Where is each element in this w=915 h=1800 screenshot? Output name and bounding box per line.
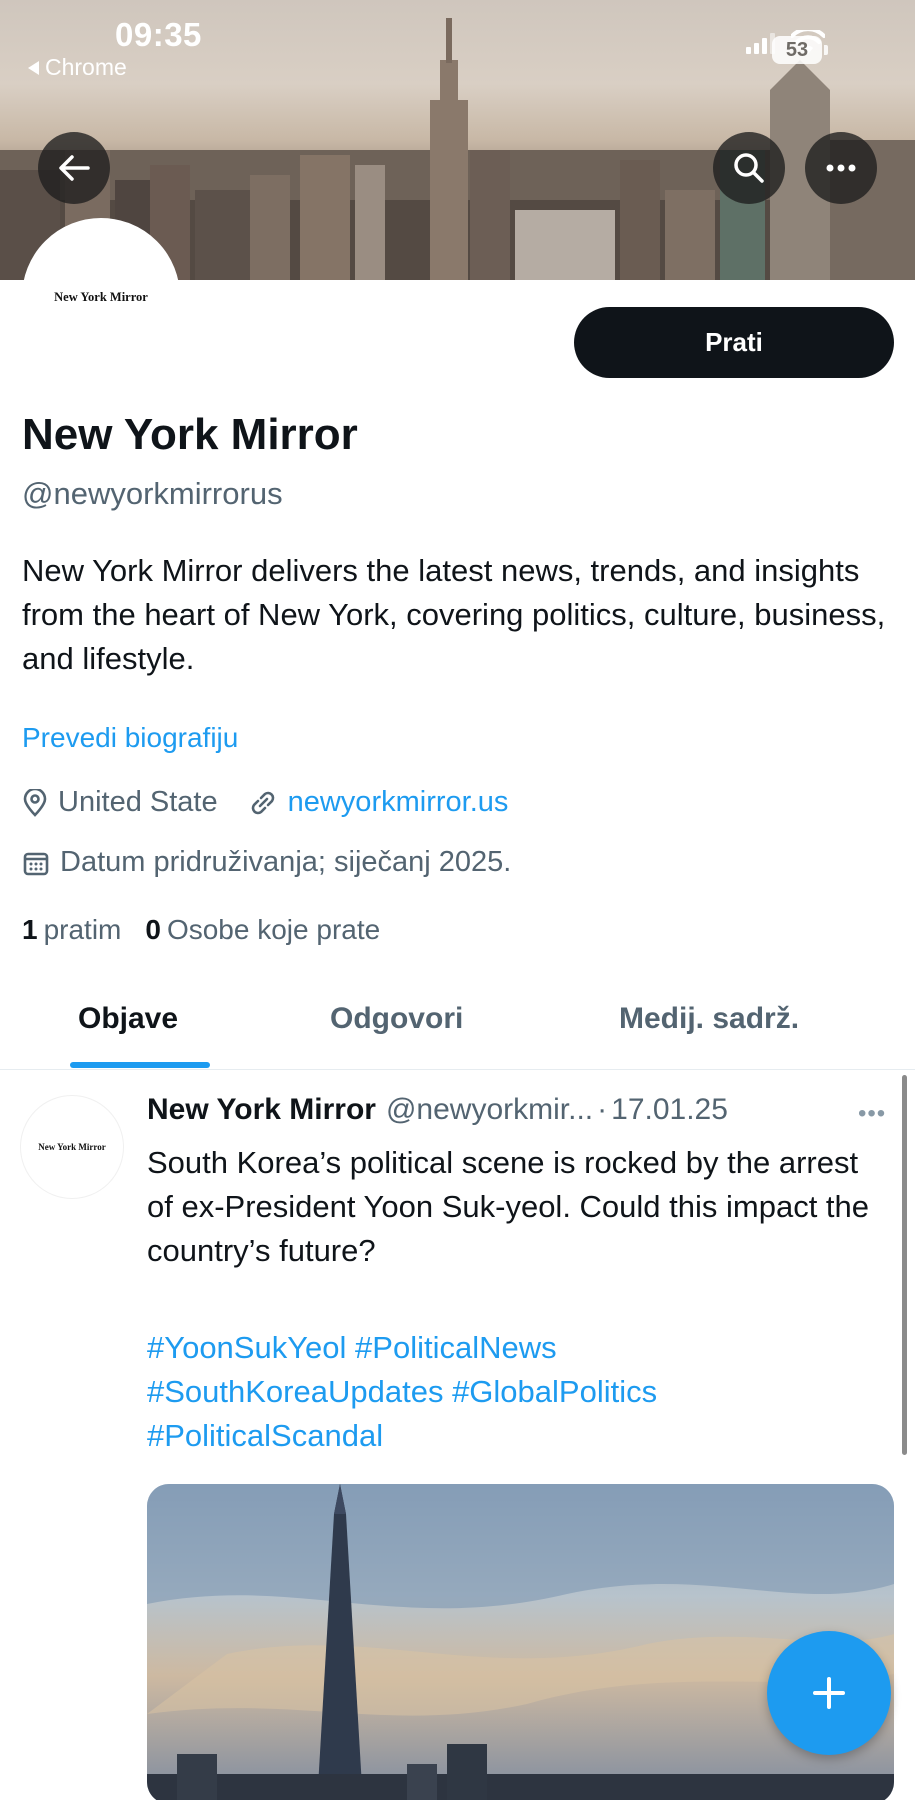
back-button[interactable]	[38, 132, 110, 204]
tab-media[interactable]: Medij. sadrž.	[619, 1002, 799, 1036]
calendar-icon	[23, 852, 49, 875]
profile-joined-date: Datum pridruživanja; siječanj 2025.	[60, 846, 512, 878]
translate-bio-link[interactable]: Prevedi biografiju	[22, 722, 238, 754]
post-more-options-icon[interactable]: •••	[858, 1100, 886, 1128]
following-label: pratim	[43, 914, 122, 945]
post-date[interactable]: 17.01.25	[611, 1093, 728, 1127]
avatar-logo-text: New York Mirror	[54, 289, 148, 304]
profile-tabs: Objave Odgovori Medij. sadrž.	[0, 990, 915, 1070]
profile-display-name: New York Mirror	[22, 410, 358, 459]
profile-meta-location-website: United State newyorkmirror.us	[22, 786, 508, 819]
follow-counts: 1 pratim 0 Osobe koje prate	[22, 914, 380, 946]
profile-handle: @newyorkmirrorus	[22, 476, 283, 511]
hashtag-link[interactable]: #GlobalPolitics	[452, 1374, 657, 1409]
profile-meta-joined: Datum pridruživanja; siječanj 2025.	[22, 846, 511, 879]
post-avatar-logo-text: New York Mirror	[38, 1142, 106, 1152]
skyscraper-photo	[147, 1484, 894, 1800]
search-button[interactable]	[713, 132, 785, 204]
link-icon	[251, 791, 274, 814]
tab-replies[interactable]: Odgovori	[330, 1002, 463, 1036]
active-tab-indicator	[70, 1062, 210, 1068]
post-hashtags: #YoonSukYeol #PoliticalNews #SouthKoreaU…	[147, 1326, 892, 1458]
tab-posts[interactable]: Objave	[78, 1002, 178, 1036]
arrow-left-icon	[59, 155, 90, 181]
post-header: New York Mirror @newyorkmir... · 17.01.2…	[147, 1093, 728, 1127]
post-separator: ·	[597, 1093, 608, 1126]
status-back-app-label: Chrome	[45, 54, 127, 80]
post-author-name[interactable]: New York Mirror	[147, 1093, 376, 1127]
plus-icon	[813, 1677, 845, 1709]
profile-bio: New York Mirror delivers the latest news…	[22, 553, 886, 676]
following-count: 1	[22, 914, 38, 945]
follow-button[interactable]: Prati	[574, 307, 894, 378]
more-options-button[interactable]	[805, 132, 877, 204]
profile-website-link[interactable]: newyorkmirror.us	[288, 786, 509, 819]
cellular-signal-icon	[746, 32, 775, 54]
location-pin-icon	[23, 788, 47, 817]
battery-indicator: 53	[772, 36, 828, 64]
followers-link[interactable]: 0 Osobe koje prate	[145, 914, 380, 946]
profile-location: United State	[58, 786, 218, 818]
post-media-image[interactable]	[147, 1484, 894, 1800]
post-text: South Korea’s political scene is rocked …	[147, 1145, 870, 1268]
feed-scrollbar[interactable]	[902, 1075, 907, 1455]
hashtag-link[interactable]: #PoliticalNews	[355, 1330, 557, 1365]
hashtag-link[interactable]: #SouthKoreaUpdates	[147, 1374, 443, 1409]
status-back-to-app[interactable]: Chrome	[28, 54, 127, 81]
followers-label: Osobe koje prate	[166, 914, 381, 945]
compose-post-button[interactable]	[767, 1631, 891, 1755]
back-triangle-icon	[28, 60, 39, 75]
status-time: 09:35	[115, 16, 202, 53]
search-icon	[734, 153, 764, 183]
hashtag-link[interactable]: #YoonSukYeol	[147, 1330, 346, 1365]
post-author-avatar[interactable]: New York Mirror	[20, 1095, 124, 1199]
profile-avatar[interactable]: New York Mirror	[22, 218, 180, 376]
post-author-handle[interactable]: @newyorkmir...	[386, 1093, 593, 1127]
hashtag-link[interactable]: #PoliticalScandal	[147, 1418, 383, 1453]
more-horizontal-icon	[826, 164, 856, 172]
followers-count: 0	[145, 914, 161, 945]
following-link[interactable]: 1 pratim	[22, 914, 121, 946]
